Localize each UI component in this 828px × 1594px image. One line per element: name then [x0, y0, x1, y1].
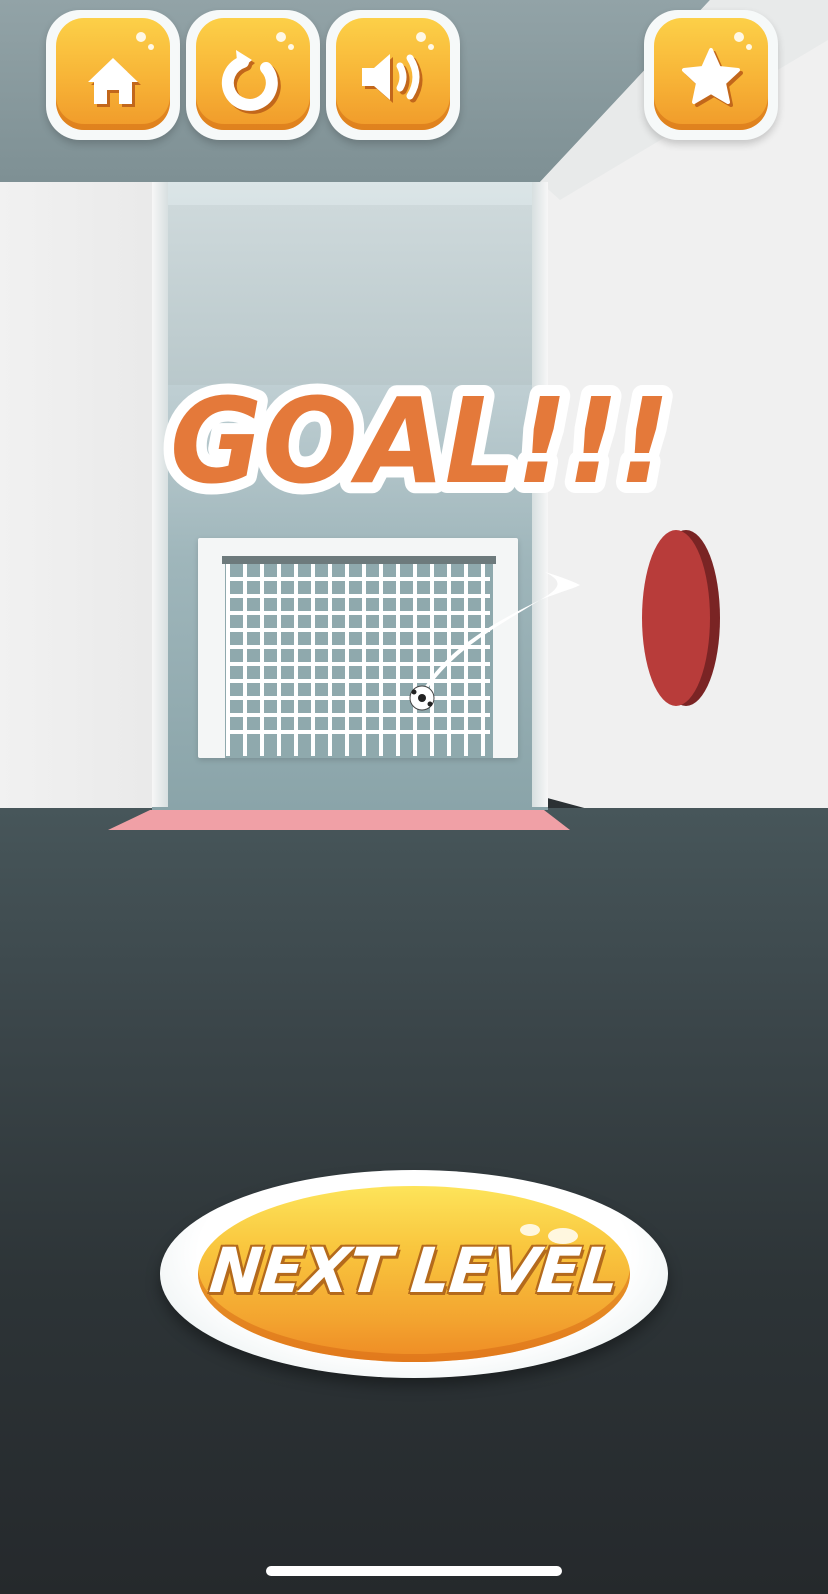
home-icon: [88, 58, 141, 107]
next-level-label: NEXT LEVEL: [206, 1234, 622, 1307]
speaker-icon: [362, 54, 423, 103]
goal-headline-text: GOAL!!!: [170, 372, 670, 510]
rate-button[interactable]: [644, 10, 778, 140]
star-icon: [682, 48, 743, 107]
sound-button[interactable]: [326, 10, 460, 140]
restart-icon: [221, 50, 281, 114]
restart-button[interactable]: [186, 10, 320, 140]
home-indicator[interactable]: [266, 1566, 562, 1576]
next-level-button[interactable]: NEXT LEVEL: [160, 1170, 668, 1378]
home-button[interactable]: [46, 10, 180, 140]
game-screen: GOAL!!! GOAL!!! NEXT LEVEL: [0, 0, 828, 1594]
